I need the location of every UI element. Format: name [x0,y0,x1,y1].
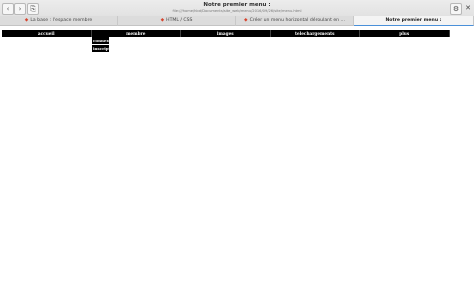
menu-item-images[interactable]: images [181,30,271,37]
horizontal-menu: accueil membre images telechargements pl… [2,30,450,37]
tab-label: Créer un menu horizontal déroulant en ..… [249,18,345,23]
membre-submenu: connexion inscription [92,37,109,53]
menu-item-telechargements[interactable]: telechargements [270,30,360,37]
tab-label: Notre premier menu : [385,18,442,23]
menu-item-accueil[interactable]: accueil [2,30,92,37]
window-url: file:///home/hbd/Documents/site_web/menu… [172,9,302,13]
html5-icon: ◆ [24,18,29,23]
tab-label: HTML / CSS [166,18,193,23]
menu-item-membre[interactable]: membre [91,30,181,37]
tab-html-css[interactable]: ◆ HTML / CSS [118,16,236,26]
tab-label: La base : l'espace membre [30,18,93,23]
submenu-item-inscription[interactable]: inscription [92,45,109,52]
window-title: Notre premier menu : [203,2,271,8]
gear-icon[interactable]: ⚙ [450,3,462,15]
tab-bar: ◆ La base : l'espace membre ◆ HTML / CSS ◆… [0,16,474,26]
page-content: accueil membre images telechargements pl… [0,26,474,287]
html5-icon: ◆ [160,18,165,23]
window-titlebar: ‹ › ⎘ Notre premier menu : file:///home/… [0,0,474,16]
tab-creer-menu[interactable]: ◆ Créer un menu horizontal déroulant en .… [236,16,354,26]
tab-la-base[interactable]: ◆ La base : l'espace membre [0,16,118,26]
tab-notre-premier-menu[interactable]: Notre premier menu : [354,16,474,26]
html5-icon: ◆ [244,18,248,23]
menu-item-plus[interactable]: plus [360,30,450,37]
close-icon[interactable]: ✕ [464,3,472,13]
submenu-item-connexion[interactable]: connexion [92,37,109,44]
